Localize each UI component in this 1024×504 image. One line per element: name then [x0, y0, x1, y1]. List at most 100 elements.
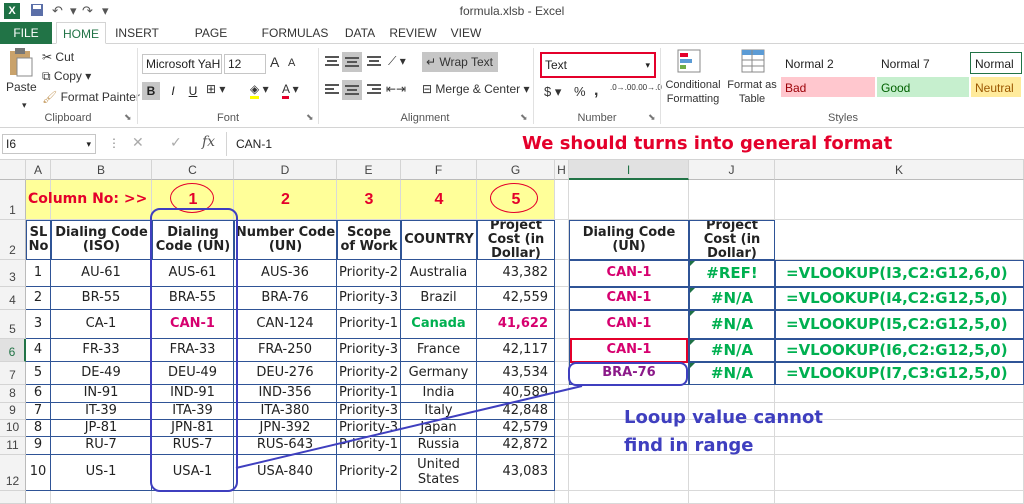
table-cell[interactable]: India	[401, 385, 477, 403]
row-header-9[interactable]: 9	[0, 403, 26, 420]
increase-decimal-button[interactable]: .0→.00	[610, 84, 636, 92]
table-cell[interactable]: CAN-124	[234, 310, 337, 339]
grid-cell[interactable]	[689, 385, 775, 403]
table-cell[interactable]: DE-49	[51, 362, 152, 385]
wrap-text-button[interactable]: ↵ Wrap Text	[422, 52, 498, 72]
grid-cell[interactable]	[555, 491, 569, 504]
formula-cell[interactable]: =VLOOKUP(I7,C3:G12,5,0)	[775, 362, 1024, 385]
table-cell[interactable]: JPN-392	[234, 420, 337, 437]
table-cell[interactable]: BRA-76	[234, 287, 337, 310]
table-cell[interactable]: 42,117	[477, 339, 555, 362]
decrease-decimal-button[interactable]: .00→.0	[636, 84, 662, 92]
grid-cell[interactable]	[555, 437, 569, 455]
copy-button[interactable]: ⧉ Copy ▾	[42, 69, 91, 84]
italic-button[interactable]: I	[164, 82, 182, 100]
table-cell[interactable]: FRA-250	[234, 339, 337, 362]
font-name-input[interactable]: Microsoft YaH	[142, 54, 222, 74]
dialog-launcher-icon[interactable]: ⬊	[520, 112, 528, 123]
table-cell[interactable]: 1	[26, 260, 51, 287]
style-normal-7[interactable]: Normal 7	[876, 52, 970, 74]
table-cell[interactable]: CA-1	[51, 310, 152, 339]
table-cell[interactable]: Priority-2	[337, 362, 401, 385]
lookup-value-cell[interactable]: CAN-1	[569, 260, 689, 287]
lookup-header-cell[interactable]: Dialing Code (UN)	[569, 220, 689, 260]
table-cell[interactable]: 10	[26, 455, 51, 491]
select-all-corner[interactable]	[0, 160, 26, 180]
grow-font-icon[interactable]: A	[270, 54, 279, 70]
dialog-launcher-icon[interactable]: ⬊	[648, 112, 656, 123]
grid-cell[interactable]	[555, 403, 569, 420]
row-header-undefined[interactable]	[0, 491, 26, 504]
column-header-F[interactable]: F	[401, 160, 477, 180]
row-header-7[interactable]: 7	[0, 362, 26, 385]
table-cell[interactable]: 7	[26, 403, 51, 420]
column-header-I[interactable]: I	[569, 160, 689, 180]
enter-icon[interactable]: ✓	[170, 134, 182, 151]
grid-cell[interactable]	[555, 287, 569, 310]
column-header-G[interactable]: G	[477, 160, 555, 180]
align-top-icon[interactable]	[324, 54, 340, 71]
currency-button[interactable]: $ ▾	[544, 84, 561, 100]
format-table-icon[interactable]	[740, 48, 766, 77]
table-cell[interactable]: 42,872	[477, 437, 555, 455]
table-cell[interactable]: RU-7	[51, 437, 152, 455]
column-header-K[interactable]: K	[775, 160, 1024, 180]
style-neutral[interactable]: Neutral	[970, 76, 1022, 98]
shrink-font-icon[interactable]: A	[288, 57, 295, 69]
table-cell[interactable]: 9	[26, 437, 51, 455]
grid-cell[interactable]	[51, 491, 152, 504]
table-cell[interactable]: Germany	[401, 362, 477, 385]
align-bottom-icon[interactable]	[366, 54, 382, 71]
table-cell[interactable]: AU-61	[51, 260, 152, 287]
grid-cell[interactable]	[555, 385, 569, 403]
column-header-A[interactable]: A	[26, 160, 51, 180]
row-header-8[interactable]: 8	[0, 385, 26, 403]
table-header-cell[interactable]: Scope of Work	[337, 220, 401, 260]
borders-icon[interactable]: ⊞ ▾	[206, 82, 225, 96]
lookup-value-cell[interactable]: CAN-1	[569, 287, 689, 310]
dialog-launcher-icon[interactable]: ⬊	[306, 112, 314, 123]
lookup-result-cell[interactable]: #N/A	[689, 362, 775, 385]
row-header-6[interactable]: 6	[0, 339, 26, 362]
table-cell[interactable]: BR-55	[51, 287, 152, 310]
table-cell[interactable]: RUS-643	[234, 437, 337, 455]
row-header-4[interactable]: 4	[0, 287, 26, 310]
tab-view[interactable]: VIEW	[446, 22, 486, 44]
font-size-input[interactable]: 12	[224, 54, 266, 74]
formula-cell[interactable]: =VLOOKUP(I3,C2:G12,6,0)	[775, 260, 1024, 287]
grid-cell[interactable]	[555, 339, 569, 362]
table-cell[interactable]: Priority-1	[337, 385, 401, 403]
fill-color-icon[interactable]: ◈ ▾	[250, 82, 269, 99]
table-cell[interactable]: 2	[26, 287, 51, 310]
table-cell[interactable]: Australia	[401, 260, 477, 287]
table-cell[interactable]: Priority-3	[337, 339, 401, 362]
table-cell[interactable]: Japan	[401, 420, 477, 437]
table-cell[interactable]: Priority-1	[337, 310, 401, 339]
grid-cell[interactable]	[337, 491, 401, 504]
table-cell[interactable]: Russia	[401, 437, 477, 455]
table-cell[interactable]: Priority-2	[337, 455, 401, 491]
tab-formulas[interactable]: FORMULAS	[260, 22, 330, 44]
table-cell[interactable]: ITA-380	[234, 403, 337, 420]
grid-cell[interactable]	[775, 385, 1024, 403]
tab-home[interactable]: HOME	[56, 22, 106, 44]
column-header-E[interactable]: E	[337, 160, 401, 180]
lookup-header-cell[interactable]: Project Cost (in Dollar)	[689, 220, 775, 260]
lookup-value-cell[interactable]: CAN-1	[569, 310, 689, 339]
table-header-cell[interactable]: Dialing Code (ISO)	[51, 220, 152, 260]
comma-button[interactable]: ,	[594, 82, 598, 100]
row-header-3[interactable]: 3	[0, 260, 26, 287]
column-header-J[interactable]: J	[689, 160, 775, 180]
tab-data[interactable]: DATA	[338, 22, 382, 44]
tab-insert[interactable]: INSERT	[112, 22, 162, 44]
table-cell[interactable]: Priority-1	[337, 437, 401, 455]
table-cell[interactable]: JP-81	[51, 420, 152, 437]
grid-cell[interactable]	[569, 385, 689, 403]
table-cell[interactable]: 6	[26, 385, 51, 403]
style-normal-2[interactable]: Normal 2	[780, 52, 876, 74]
row-header-1[interactable]: 1	[0, 180, 26, 220]
table-cell[interactable]: DEU-276	[234, 362, 337, 385]
format-as-table-button[interactable]: Format as Table	[726, 78, 778, 106]
column-header-C[interactable]: C	[152, 160, 234, 180]
cancel-icon[interactable]: ✕	[132, 134, 144, 151]
